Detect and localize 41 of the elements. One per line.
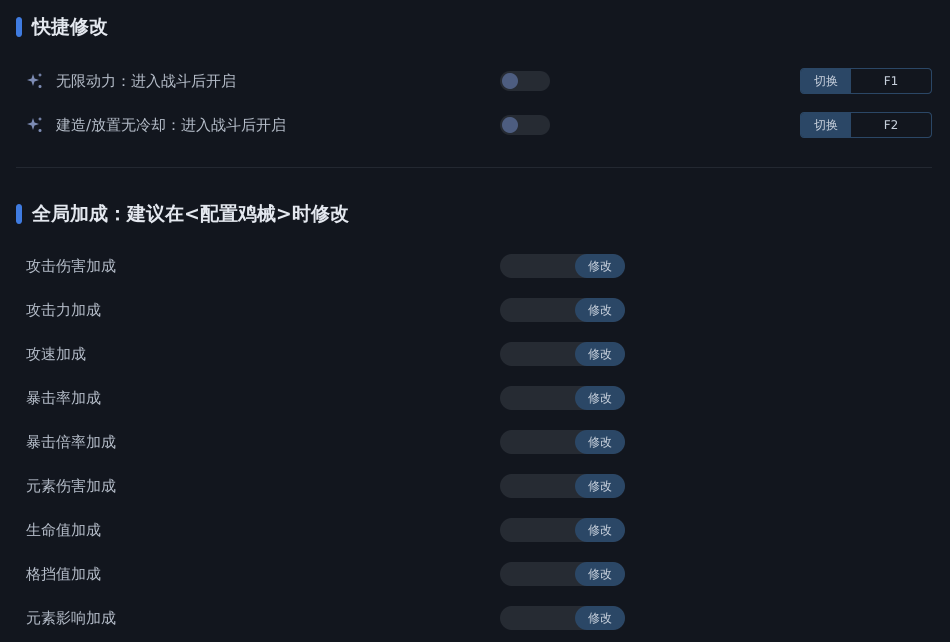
switch-button[interactable]: 切换	[801, 113, 851, 137]
section-title: 全局加成：建议在<配置鸡械>时修改	[32, 202, 349, 227]
bonus-label: 暴击率加成	[26, 389, 101, 407]
section-title: 快捷修改	[32, 15, 108, 40]
modify-button[interactable]: 修改	[575, 518, 625, 542]
hotkey-field[interactable]: F1	[851, 69, 931, 93]
toggle-switch[interactable]	[500, 71, 550, 91]
switch-button[interactable]: 切换	[801, 69, 851, 93]
hotkey-field[interactable]: F2	[851, 113, 931, 137]
modify-button[interactable]: 修改	[575, 298, 625, 322]
value-field[interactable]: 修改	[500, 518, 625, 542]
bonus-label: 攻击力加成	[26, 301, 101, 319]
bonus-label: 格挡值加成	[26, 565, 101, 583]
value-field[interactable]: 修改	[500, 606, 625, 630]
modify-button[interactable]: 修改	[575, 342, 625, 366]
value-field[interactable]: 修改	[500, 342, 625, 366]
bonus-label: 攻速加成	[26, 345, 86, 363]
modify-button[interactable]: 修改	[575, 254, 625, 278]
modify-button[interactable]: 修改	[575, 386, 625, 410]
modify-button[interactable]: 修改	[575, 606, 625, 630]
value-field[interactable]: 修改	[500, 562, 625, 586]
feature-label: 无限动力：进入战斗后开启	[56, 72, 236, 90]
modify-button[interactable]: 修改	[575, 562, 625, 586]
sparkle-icon	[26, 116, 44, 134]
sparkle-icon	[26, 72, 44, 90]
modify-button[interactable]: 修改	[575, 474, 625, 498]
modify-button[interactable]: 修改	[575, 430, 625, 454]
bonus-label: 攻击伤害加成	[26, 257, 116, 275]
bonus-label: 元素伤害加成	[26, 477, 116, 495]
value-field[interactable]: 修改	[500, 430, 625, 454]
section-accent	[16, 204, 22, 224]
toggle-switch[interactable]	[500, 115, 550, 135]
value-field[interactable]: 修改	[500, 254, 625, 278]
value-field[interactable]: 修改	[500, 474, 625, 498]
section-accent	[16, 17, 22, 37]
bonus-label: 暴击倍率加成	[26, 433, 116, 451]
value-field[interactable]: 修改	[500, 386, 625, 410]
value-field[interactable]: 修改	[500, 298, 625, 322]
feature-label: 建造/放置无冷却：进入战斗后开启	[56, 116, 286, 134]
bonus-label: 生命值加成	[26, 521, 101, 539]
bonus-label: 元素影响加成	[26, 609, 116, 627]
